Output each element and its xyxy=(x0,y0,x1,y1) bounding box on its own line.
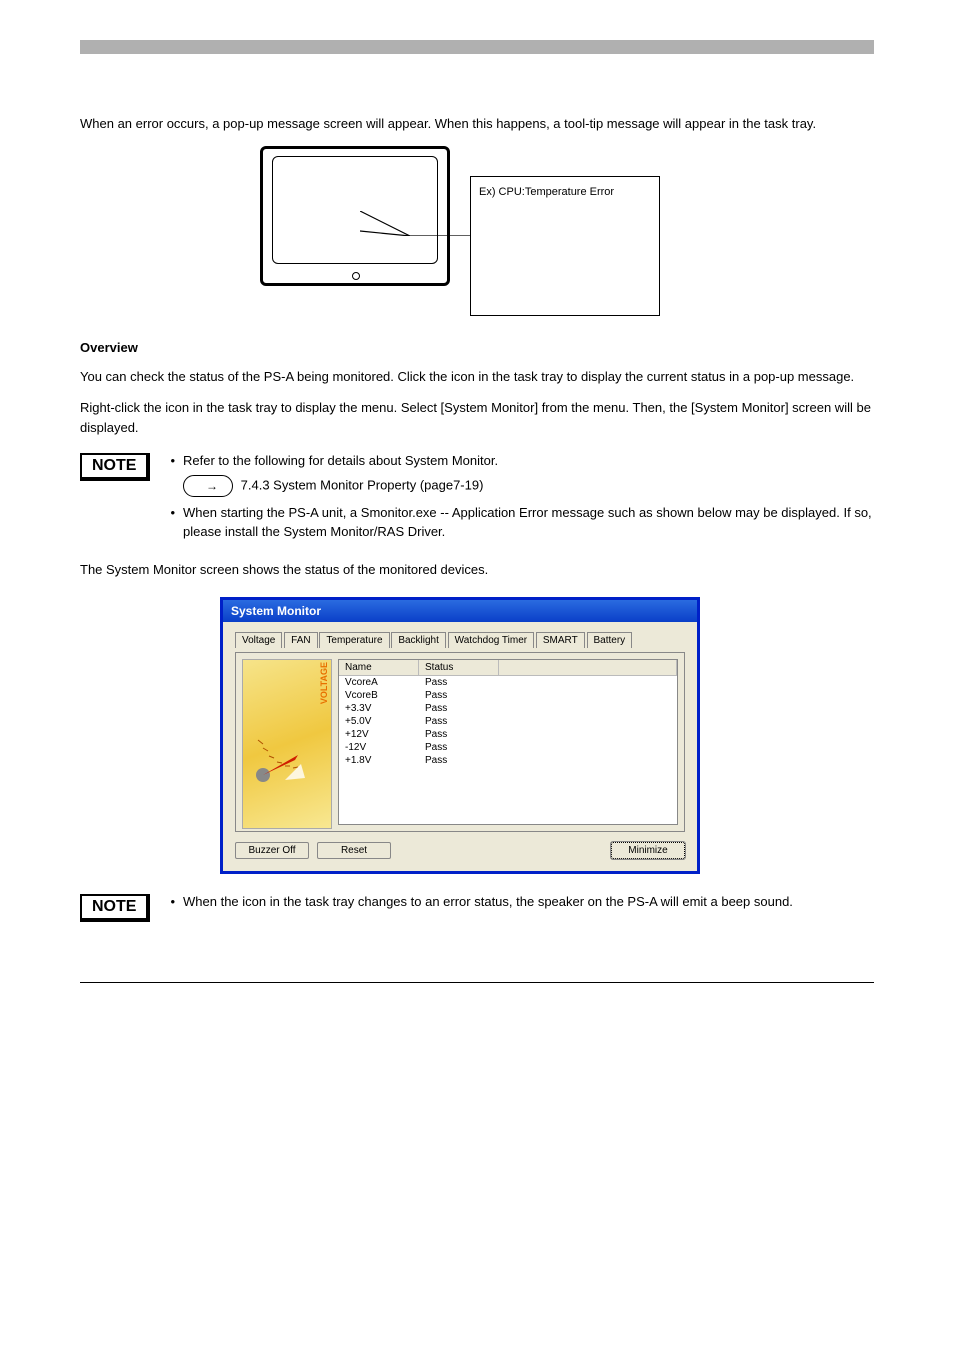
tab-fan[interactable]: FAN xyxy=(284,632,317,648)
column-name[interactable]: Name xyxy=(339,660,419,675)
header-bar xyxy=(80,40,874,54)
tab-panel: VOLTAGE xyxy=(235,652,685,832)
arrow-icon: → xyxy=(183,475,233,497)
overview-para-3: The System Monitor screen shows the stat… xyxy=(80,560,874,580)
note1-line2a: When starting the PS-A unit, a Smonitor.… xyxy=(183,505,840,520)
reset-button[interactable]: Reset xyxy=(317,842,391,859)
column-status[interactable]: Status xyxy=(419,660,499,675)
tab-watchdog[interactable]: Watchdog Timer xyxy=(448,632,534,648)
tab-backlight[interactable]: Backlight xyxy=(391,632,446,648)
overview-heading: Overview xyxy=(80,340,874,355)
note-block-1: NOTE • Refer to the following for detail… xyxy=(80,451,874,548)
tab-battery[interactable]: Battery xyxy=(587,632,633,648)
column-spacer xyxy=(499,660,677,675)
bullet-icon: • xyxy=(170,451,175,497)
note-label: NOTE xyxy=(80,453,150,481)
overview-para-1: You can check the status of the PS-A bei… xyxy=(80,367,874,387)
tab-smart[interactable]: SMART xyxy=(536,632,585,648)
bullet-icon: • xyxy=(170,892,175,912)
callout-line xyxy=(360,211,470,236)
monitor-illustration: Ex) CPU:Temperature Error xyxy=(260,146,680,326)
page-footer xyxy=(80,982,874,989)
list-item[interactable]: VcoreBPass xyxy=(339,689,677,702)
intro-paragraph: When an error occurs, a pop-up message s… xyxy=(80,114,874,134)
list-item[interactable]: +1.8VPass xyxy=(339,754,677,767)
note2-line: When the icon in the task tray changes t… xyxy=(183,892,793,912)
list-item[interactable]: -12VPass xyxy=(339,741,677,754)
note1-link: 7.4.3 System Monitor Property (page7-19) xyxy=(241,477,484,492)
gauge-label: VOLTAGE xyxy=(319,662,329,704)
status-list: Name Status VcoreAPass VcoreBPass +3.3VP… xyxy=(338,659,678,825)
window-title: System Monitor xyxy=(223,600,697,622)
overview-para-2: Right-click the icon in the task tray to… xyxy=(80,398,874,437)
note-label: NOTE xyxy=(80,894,150,922)
list-item[interactable]: VcoreAPass xyxy=(339,676,677,689)
list-item[interactable]: +12VPass xyxy=(339,728,677,741)
monitor-screen xyxy=(272,156,438,264)
gauge-image: VOLTAGE xyxy=(242,659,332,829)
callout-text: Ex) CPU:Temperature Error xyxy=(479,186,614,198)
tab-row: Voltage FAN Temperature Backlight Watchd… xyxy=(235,632,685,648)
tab-voltage[interactable]: Voltage xyxy=(235,632,282,648)
bullet-icon: • xyxy=(170,503,175,542)
buzzer-off-button[interactable]: Buzzer Off xyxy=(235,842,309,859)
list-item[interactable]: +5.0VPass xyxy=(339,715,677,728)
monitor-led xyxy=(352,272,360,280)
list-item[interactable]: +3.3VPass xyxy=(339,702,677,715)
callout-box: Ex) CPU:Temperature Error xyxy=(470,176,660,316)
note1-line1: Refer to the following for details about… xyxy=(183,451,498,471)
note-block-2: NOTE • When the icon in the task tray ch… xyxy=(80,892,874,922)
tab-temperature[interactable]: Temperature xyxy=(319,632,389,648)
system-monitor-window: System Monitor Voltage FAN Temperature B… xyxy=(220,597,700,874)
minimize-button[interactable]: Minimize xyxy=(611,842,685,859)
